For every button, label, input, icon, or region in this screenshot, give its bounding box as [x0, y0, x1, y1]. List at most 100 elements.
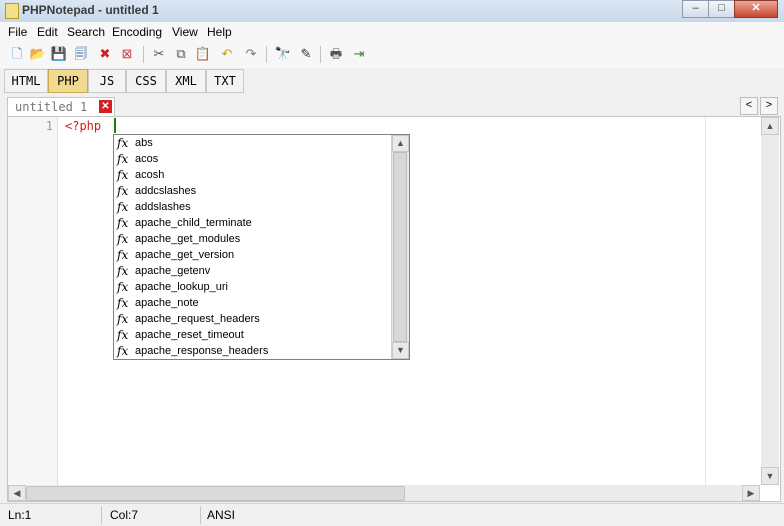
- autocomplete-item-label: apache_lookup_uri: [135, 281, 228, 293]
- autocomplete-item[interactable]: fx apache_getenv: [114, 264, 390, 280]
- autocomplete-item[interactable]: fx abs: [114, 136, 390, 152]
- status-divider: [101, 506, 102, 524]
- function-icon: fx: [117, 232, 129, 246]
- app-icon: [5, 3, 19, 19]
- scroll-left-icon[interactable]: ◀: [8, 485, 26, 501]
- save-all-icon[interactable]: 🗐: [72, 45, 90, 63]
- status-divider: [200, 506, 201, 524]
- autocomplete-item-label: apache_get_modules: [135, 233, 241, 245]
- autocomplete-list: fx abs fx acos fx acosh fx addcslashes fx addslas…: [114, 135, 390, 360]
- horizontal-scrollbar[interactable]: ◀ ▶: [8, 485, 760, 501]
- menu-edit[interactable]: Edit: [37, 25, 58, 39]
- function-icon: fx: [117, 168, 129, 182]
- close-all-icon[interactable]: ⊠: [118, 45, 136, 63]
- maximize-button[interactable]: □: [708, 0, 735, 18]
- autocomplete-item-label: apache_reset_timeout: [135, 329, 244, 341]
- toolbar-separator: [266, 46, 267, 63]
- autocomplete-item-label: acos: [135, 153, 159, 165]
- lang-js[interactable]: JS: [88, 69, 126, 93]
- lang-php[interactable]: PHP: [48, 69, 88, 93]
- autocomplete-item-label: apache_getenv: [135, 265, 211, 277]
- menu-help[interactable]: Help: [207, 25, 232, 39]
- autocomplete-item-label: apache_response_headers: [135, 345, 269, 357]
- paste-icon[interactable]: 📋: [194, 45, 212, 63]
- autocomplete-item[interactable]: fx acos: [114, 152, 390, 168]
- menu-encoding[interactable]: Encoding: [112, 25, 162, 39]
- menu-file[interactable]: File: [8, 25, 27, 39]
- exit-icon[interactable]: ⇥: [350, 45, 368, 63]
- autocomplete-item[interactable]: fx apache_get_version: [114, 248, 390, 264]
- autocomplete-item[interactable]: fx addslashes: [114, 200, 390, 216]
- function-icon: fx: [117, 152, 129, 166]
- line-gutter: 1: [8, 117, 58, 485]
- print-icon[interactable]: 🖶: [327, 45, 345, 63]
- line-number: 1: [45, 119, 53, 133]
- function-icon: fx: [117, 216, 129, 230]
- save-icon[interactable]: 💾: [50, 45, 68, 63]
- tab-prev-button[interactable]: <: [740, 97, 758, 115]
- menu-search[interactable]: Search: [67, 25, 105, 39]
- autocomplete-item-label: apache_get_version: [135, 249, 235, 261]
- autocomplete-scrollbar[interactable]: ▲ ▼: [391, 135, 409, 359]
- autocomplete-item[interactable]: fx apache_note: [114, 296, 390, 312]
- lang-txt[interactable]: TXT: [206, 69, 244, 93]
- close-icon[interactable]: ✖: [96, 45, 114, 63]
- status-line: Ln:1: [8, 508, 32, 522]
- text-caret: [114, 118, 116, 133]
- scroll-up-icon[interactable]: ▲: [761, 117, 779, 135]
- autocomplete-item[interactable]: fx apache_request_headers: [114, 312, 390, 328]
- autocomplete-item[interactable]: fx apache_lookup_uri: [114, 280, 390, 296]
- lang-html[interactable]: HTML: [4, 69, 48, 93]
- autocomplete-item-label: addcslashes: [135, 185, 197, 197]
- open-icon[interactable]: 📂: [29, 45, 47, 63]
- autocomplete-item[interactable]: fx addcslashes: [114, 184, 390, 200]
- edge-line: [705, 117, 706, 485]
- window-title: PHPNotepad - untitled 1: [22, 3, 159, 17]
- toolbar-separator: [320, 46, 321, 63]
- minimize-button[interactable]: –: [682, 0, 709, 18]
- tab-close-icon[interactable]: ✕: [99, 100, 112, 113]
- vertical-scrollbar[interactable]: ▲ ▼: [761, 117, 779, 485]
- autocomplete-item[interactable]: fx apache_reset_timeout: [114, 328, 390, 344]
- function-icon: fx: [117, 264, 129, 278]
- autocomplete-item[interactable]: fx acosh: [114, 168, 390, 184]
- lang-css[interactable]: CSS: [126, 69, 166, 93]
- toolbar: 🗋 📂 💾 🗐 ✖ ⊠ ✂ ⧉ 📋 ↶ ↷ 🔭 ✎ 🖶 ⇥: [0, 42, 784, 69]
- ac-scroll-up-icon[interactable]: ▲: [392, 135, 409, 152]
- menu-view[interactable]: View: [172, 25, 198, 39]
- title-bar: PHPNotepad - untitled 1 – □ ✕: [0, 0, 784, 23]
- status-column: Col:7: [110, 508, 139, 522]
- close-window-button[interactable]: ✕: [734, 0, 778, 18]
- tab-next-button[interactable]: >: [760, 97, 778, 115]
- lang-xml[interactable]: XML: [166, 69, 206, 93]
- copy-icon[interactable]: ⧉: [172, 45, 190, 63]
- scroll-down-icon[interactable]: ▼: [761, 467, 779, 485]
- function-icon: fx: [117, 296, 129, 310]
- new-icon[interactable]: 🗋: [8, 45, 26, 63]
- cut-icon[interactable]: ✂: [150, 45, 168, 63]
- find-icon[interactable]: 🔭: [274, 45, 292, 63]
- document-tabs: untitled 1 ✕ < >: [0, 95, 784, 117]
- code-text: <?php: [65, 119, 102, 133]
- window-controls: – □ ✕: [682, 0, 778, 18]
- autocomplete-item-label: apache_request_headers: [135, 313, 260, 325]
- ac-scroll-down-icon[interactable]: ▼: [392, 342, 409, 359]
- autocomplete-item[interactable]: fx apache_child_terminate: [114, 216, 390, 232]
- autocomplete-item-label: acosh: [135, 169, 165, 181]
- function-icon: fx: [117, 200, 129, 214]
- redo-icon[interactable]: ↷: [242, 45, 260, 63]
- undo-icon[interactable]: ↶: [218, 45, 236, 63]
- autocomplete-item-label: abs: [135, 137, 153, 149]
- function-icon: fx: [117, 248, 129, 262]
- scroll-right-icon[interactable]: ▶: [742, 485, 760, 501]
- ac-scroll-thumb[interactable]: [393, 152, 407, 342]
- horizontal-scroll-thumb[interactable]: [26, 486, 405, 501]
- replace-icon[interactable]: ✎: [297, 45, 315, 63]
- language-bar: HTML PHP JS CSS XML TXT: [0, 68, 784, 95]
- function-icon: fx: [117, 328, 129, 342]
- function-icon: fx: [117, 312, 129, 326]
- autocomplete-item[interactable]: fx apache_get_modules: [114, 232, 390, 248]
- autocomplete-item[interactable]: fx apache_response_headers: [114, 344, 390, 360]
- tab-untitled-1[interactable]: untitled 1 ✕: [7, 97, 115, 117]
- autocomplete-item-label: addslashes: [135, 201, 191, 213]
